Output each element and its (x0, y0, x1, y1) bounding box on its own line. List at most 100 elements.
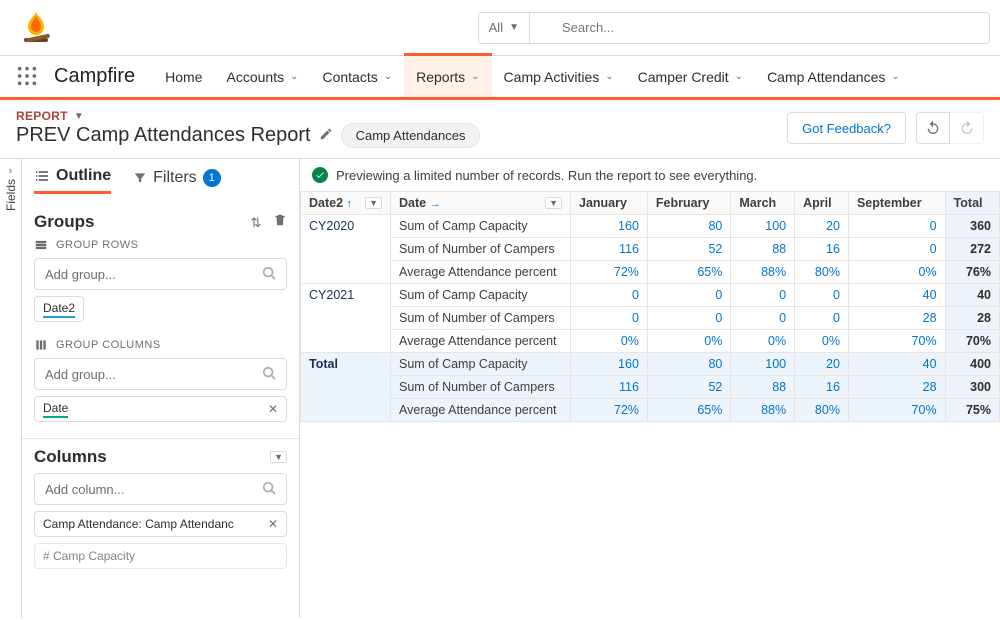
add-group-row-input[interactable]: Add group... (34, 258, 287, 290)
chevron-down-icon: ⌄ (290, 71, 298, 82)
group-cell: Total (301, 353, 391, 422)
add-column-input[interactable]: Add column... (34, 473, 287, 505)
nav-item-home[interactable]: Home (153, 55, 214, 99)
column-chip[interactable]: # Camp Capacity (34, 543, 287, 569)
col-header-month[interactable]: March (731, 192, 795, 215)
group-row-chip[interactable]: Date2 (34, 296, 84, 322)
data-cell: 80 (647, 215, 730, 238)
feedback-button[interactable]: Got Feedback? (787, 112, 906, 144)
data-cell: 20 (795, 215, 849, 238)
chevron-down-icon[interactable]: ▼ (365, 197, 382, 209)
app-logo (16, 8, 56, 48)
delete-icon[interactable] (273, 215, 287, 230)
chevron-down-icon: ▼ (74, 111, 84, 122)
tab-filters[interactable]: Filters 1 (133, 169, 221, 193)
column-chip-label: Camp Attendance: Camp Attendanc (43, 517, 234, 531)
group-cell: CY2020 (301, 215, 391, 284)
row-total-cell: 300 (945, 376, 999, 399)
report-table: Date2 ↑ ▼ Date → ▼ January February Marc… (300, 191, 1000, 422)
metric-label: Average Attendance percent (391, 330, 571, 353)
close-icon[interactable]: ✕ (268, 402, 278, 416)
chevron-down-icon: ⌄ (384, 71, 392, 82)
data-cell: 70% (848, 330, 945, 353)
col-header-month[interactable]: January (571, 192, 648, 215)
column-chip[interactable]: Camp Attendance: Camp Attendanc ✕ (34, 511, 287, 537)
data-cell: 100 (731, 353, 795, 376)
data-cell: 40 (848, 353, 945, 376)
topbar: All ▼ (0, 0, 1000, 56)
chevron-down-icon: ⌄ (471, 71, 479, 82)
data-cell: 160 (571, 215, 648, 238)
navbar: Campfire HomeAccounts ⌄Contacts ⌄Reports… (0, 56, 1000, 100)
col-header-month[interactable]: February (647, 192, 730, 215)
edit-icon[interactable] (319, 124, 333, 147)
metric-label: Sum of Camp Capacity (391, 284, 571, 307)
nav-item-camp-attendances[interactable]: Camp Attendances ⌄ (755, 55, 912, 99)
columns-menu-button[interactable]: ▼ (270, 451, 287, 463)
col-header-month[interactable]: April (795, 192, 849, 215)
data-cell: 88% (731, 399, 795, 422)
col-header-month[interactable]: September (848, 192, 945, 215)
page-header: REPORT ▼ PREV Camp Attendances Report Ca… (0, 100, 1000, 159)
data-cell: 16 (795, 238, 849, 261)
metric-label: Average Attendance percent (391, 399, 571, 422)
data-cell: 88% (731, 261, 795, 284)
data-cell: 0% (731, 330, 795, 353)
nav-item-reports[interactable]: Reports ⌄ (404, 53, 491, 97)
app-launcher-icon[interactable] (16, 65, 40, 89)
search-scope-label: All (489, 20, 503, 35)
swap-icon[interactable]: ⇅ (250, 215, 261, 230)
data-cell: 65% (647, 399, 730, 422)
data-cell: 40 (848, 284, 945, 307)
chevron-down-icon: ⌄ (891, 71, 899, 82)
add-group-col-input[interactable]: Add group... (34, 358, 287, 390)
data-cell: 0 (848, 215, 945, 238)
fields-rail[interactable]: › Fields (0, 159, 22, 618)
close-icon[interactable]: ✕ (268, 517, 278, 531)
col-header-total[interactable]: Total (945, 192, 999, 215)
nav-item-camp-activities[interactable]: Camp Activities ⌄ (492, 55, 626, 99)
data-cell: 0 (795, 307, 849, 330)
data-cell: 70% (848, 399, 945, 422)
data-cell: 0 (731, 284, 795, 307)
add-group-col-placeholder: Add group... (45, 367, 116, 382)
data-cell: 72% (571, 399, 648, 422)
metric-label: Sum of Number of Campers (391, 307, 571, 330)
group-col-chip[interactable]: Date ✕ (34, 396, 287, 422)
group-col-chip-label: Date (43, 401, 68, 418)
sort-up-icon: ↑ (347, 198, 353, 210)
undo-button[interactable] (916, 112, 950, 144)
preview-banner-text: Previewing a limited number of records. … (336, 168, 757, 183)
row-total-cell: 75% (945, 399, 999, 422)
data-cell: 52 (647, 238, 730, 261)
redo-button[interactable] (950, 112, 984, 144)
data-cell: 0 (647, 284, 730, 307)
report-type-pill[interactable]: Camp Attendances (341, 123, 481, 148)
search-input[interactable] (530, 12, 990, 44)
row-total-cell: 70% (945, 330, 999, 353)
data-cell: 16 (795, 376, 849, 399)
row-total-cell: 76% (945, 261, 999, 284)
report-canvas: Previewing a limited number of records. … (300, 159, 1000, 618)
data-cell: 52 (647, 376, 730, 399)
breadcrumb-label: REPORT (16, 109, 68, 123)
breadcrumb[interactable]: REPORT ▼ (16, 109, 84, 123)
search-icon (262, 366, 276, 383)
data-cell: 0% (848, 261, 945, 284)
data-cell: 28 (848, 376, 945, 399)
tab-outline[interactable]: Outline (34, 167, 111, 194)
app-name: Campfire (54, 65, 135, 88)
tab-filters-label: Filters (153, 169, 197, 187)
nav-item-camper-credit[interactable]: Camper Credit ⌄ (626, 55, 755, 99)
data-cell: 0 (731, 307, 795, 330)
chevron-down-icon[interactable]: ▼ (545, 197, 562, 209)
data-cell: 28 (848, 307, 945, 330)
search-icon (262, 266, 276, 283)
data-cell: 80 (647, 353, 730, 376)
chevron-down-icon: ⌄ (605, 71, 613, 82)
nav-item-contacts[interactable]: Contacts ⌄ (310, 55, 404, 99)
col-header-date2[interactable]: Date2 ↑ ▼ (301, 192, 391, 215)
search-scope-dropdown[interactable]: All ▼ (478, 12, 530, 44)
nav-item-accounts[interactable]: Accounts ⌄ (215, 55, 311, 99)
col-header-date[interactable]: Date → ▼ (391, 192, 571, 215)
